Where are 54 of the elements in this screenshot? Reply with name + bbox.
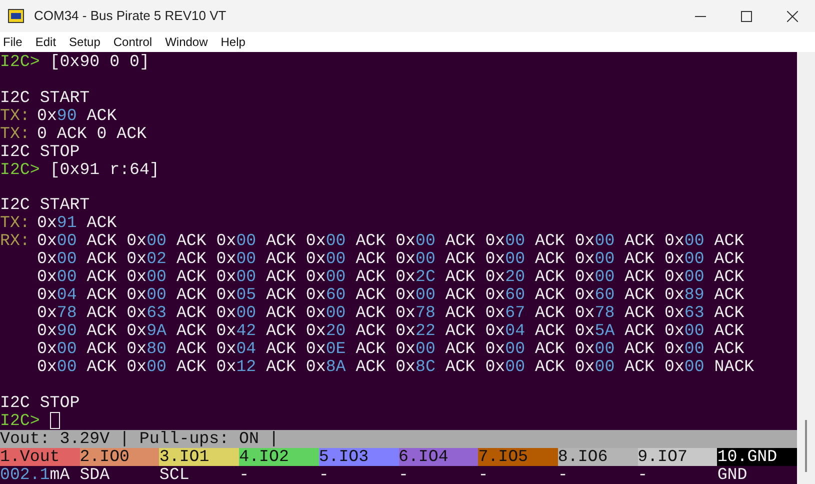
pin-value: SCL (159, 466, 190, 484)
prompt: I2C> (0, 53, 40, 71)
command-text: [0x91 r:64] (50, 160, 160, 179)
menu-item[interactable]: Window (164, 33, 209, 51)
tx-data: 0 ACK 0 ACK (37, 124, 147, 143)
pin-label: 5.IO3 (318, 448, 399, 466)
close-icon (786, 10, 798, 22)
rx-data: 0x00 ACK 0x80 ACK 0x04 ACK 0x0E ACK 0x00 ACK 0x00 ACK 0x00 ACK 0x00 ACK (37, 340, 744, 358)
menu-item[interactable]: Setup (68, 33, 102, 51)
pin-value: - (398, 466, 410, 484)
prompt: I2C> (0, 160, 40, 179)
pin-value: - (638, 466, 649, 484)
pin-value: 002.1mA (0, 466, 71, 484)
pin-value: - (239, 466, 250, 484)
tx-label: TX: (0, 124, 31, 143)
terminal-line: I2C START (0, 196, 90, 214)
pin-label: 8.IO6 (558, 448, 638, 466)
pin-label: 4.IO2 (239, 448, 319, 466)
pin-value: - (318, 466, 330, 484)
prompt: I2C> (0, 412, 40, 430)
pin-label: 3.IO1 (159, 448, 240, 466)
pin-value: - (478, 466, 490, 484)
rx-data: 0x04 ACK 0x00 ACK 0x05 ACK 0x60 ACK 0x00 ACK 0x60 ACK 0x60 ACK 0x89 ACK (37, 286, 744, 304)
rx-data: 0x00 ACK 0x02 ACK 0x00 ACK 0x00 ACK 0x00 ACK 0x00 ACK 0x00 ACK 0x00 ACK (37, 250, 744, 268)
rx-data: 0x00 ACK 0x00 ACK 0x00 ACK 0x00 ACK 0x00 ACK 0x00 ACK 0x00 ACK 0x00 ACK (37, 232, 744, 250)
window-title: COM34 - Bus Pirate 5 REV10 VT (34, 7, 226, 26)
pin-value: GND (717, 466, 748, 484)
command-text: [0x90 0 0] (50, 53, 150, 71)
pin-value: SDA (80, 466, 111, 484)
terminal-line: I2C STOP (0, 142, 80, 161)
tx-data: 0x91 ACK (37, 214, 117, 232)
tx-label: TX: (0, 106, 31, 125)
terminal-line: I2C START (0, 88, 90, 107)
rx-label: RX: (0, 232, 31, 250)
rx-data: 0x00 ACK 0x00 ACK 0x12 ACK 0x8A ACK 0x8C ACK 0x00 ACK 0x00 ACK 0x00 NACK (37, 358, 754, 376)
rx-data: 0x90 ACK 0x9A ACK 0x42 ACK 0x20 ACK 0x22 ACK 0x04 ACK 0x5A ACK 0x00 ACK (37, 322, 744, 340)
menu-item[interactable]: Help (220, 33, 246, 51)
maximize-icon (740, 10, 752, 22)
pin-value: - (558, 466, 569, 484)
tx-data: 0x90 ACK (37, 106, 117, 125)
pin-label: 6.IO4 (398, 448, 478, 466)
pin-label: 9.IO7 (638, 448, 718, 466)
pin-label: 7.IO5 (478, 448, 558, 466)
menu-item[interactable]: File (2, 33, 24, 51)
menu-item[interactable]: Edit (34, 33, 58, 51)
app-logo-icon (8, 9, 24, 23)
menu-item[interactable]: Control (112, 33, 154, 51)
rx-data: 0x00 ACK 0x00 ACK 0x00 ACK 0x00 ACK 0x2C ACK 0x20 ACK 0x00 ACK 0x00 ACK (37, 268, 744, 286)
pin-label: 10.GND (717, 448, 797, 466)
pin-label: 2.IO0 (80, 448, 160, 466)
rx-data: 0x78 ACK 0x63 ACK 0x00 ACK 0x00 ACK 0x78 ACK 0x67 ACK 0x78 ACK 0x63 ACK (37, 304, 744, 322)
terminal-line: I2C STOP (0, 394, 80, 412)
tx-label: TX: (0, 214, 31, 232)
pin-label: 1.Vout (0, 448, 80, 466)
